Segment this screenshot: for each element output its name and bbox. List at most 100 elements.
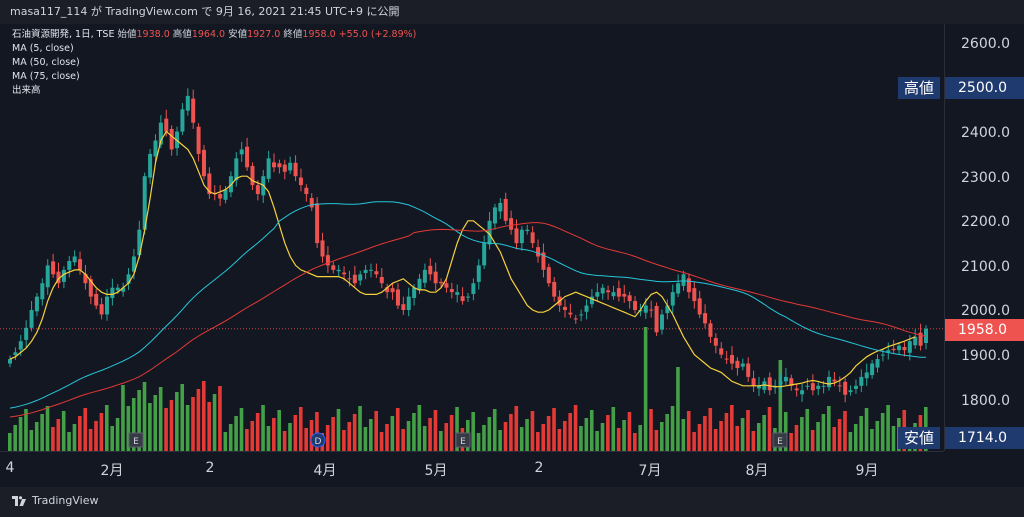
earnings-marker[interactable]: E	[128, 432, 144, 448]
candle-body	[611, 292, 616, 297]
low-label: 安値	[228, 29, 248, 40]
candle-body	[51, 261, 56, 275]
candle-body	[201, 149, 206, 177]
change-value: +55.0 (+2.89%)	[338, 29, 417, 40]
dividend-marker-label: D	[315, 437, 322, 447]
candle-body	[331, 265, 336, 270]
volume-bar	[730, 405, 734, 451]
volume-bar	[385, 424, 389, 451]
volume-bar	[433, 410, 438, 451]
candle-body	[595, 292, 600, 297]
ma75-line	[9, 222, 927, 418]
volume-bar	[692, 432, 696, 451]
volume-bar	[212, 394, 217, 451]
volume-bar	[352, 414, 357, 451]
volume-bar	[519, 427, 524, 451]
volume-bar	[449, 415, 454, 451]
volume-bar	[541, 424, 546, 451]
volume-bar	[816, 422, 820, 451]
candle-body	[681, 274, 686, 286]
candle-body	[45, 265, 50, 288]
volume-bar	[751, 431, 756, 451]
volume-bar	[153, 395, 158, 451]
volume-bar	[444, 423, 449, 451]
time-axis[interactable]: 4 2月 2 4月 5月 2 7月 8月 9月	[0, 451, 944, 487]
legend-volume[interactable]: 出来高	[12, 84, 416, 98]
legend-ma75[interactable]: MA (75, close)	[12, 70, 416, 84]
volume-bar	[670, 406, 675, 451]
time-label: 2月	[100, 463, 124, 479]
candle-body	[530, 232, 535, 244]
candle-body	[180, 109, 185, 132]
candle-body	[616, 288, 621, 297]
candle-body	[412, 287, 417, 298]
volume-bar	[395, 408, 400, 451]
candle-body	[600, 287, 605, 294]
volume-bar	[417, 405, 422, 451]
volume-bar	[428, 418, 432, 451]
volume-bar	[843, 411, 847, 451]
candle-body	[439, 281, 444, 284]
volume-bar	[600, 423, 605, 451]
earnings-marker[interactable]: E	[455, 432, 471, 448]
candle-body	[498, 202, 503, 212]
volume-bar	[686, 411, 691, 451]
candle-body	[342, 272, 347, 275]
volume-bar	[864, 408, 869, 451]
volume-bar	[525, 419, 529, 451]
candle-body	[94, 293, 99, 306]
publish-header: masa117_114 が TradingView.com で 9月 16, 2…	[0, 0, 1024, 24]
candle-body	[843, 381, 848, 395]
candle-body	[853, 385, 858, 389]
high-price-tag: 2500.0	[945, 77, 1024, 99]
candle-body	[902, 347, 907, 351]
volume-bar	[503, 422, 508, 451]
volume-bar	[719, 421, 723, 451]
candle-body	[18, 341, 23, 350]
volume-bar	[99, 413, 104, 451]
candle-body	[153, 140, 158, 157]
volume-bar	[239, 408, 244, 451]
candle-body	[482, 243, 487, 266]
time-label: 8月	[745, 463, 769, 479]
earnings-marker-label: E	[777, 437, 783, 447]
candle-body	[395, 289, 400, 306]
volume-bar	[471, 412, 475, 451]
candle-body	[374, 271, 379, 275]
candle-body	[298, 177, 303, 186]
volume-bar	[390, 416, 395, 451]
volume-bar	[67, 432, 71, 451]
price-axis[interactable]: 2600.0 2400.0 2300.0 2200.0 2100.0 2000.…	[944, 24, 1024, 451]
tradingview-logo[interactable]: TradingView	[12, 494, 98, 507]
candle-body	[643, 305, 648, 313]
legend-ma5[interactable]: MA (5, close)	[12, 42, 416, 56]
volume-bar	[88, 429, 93, 451]
candle-body	[767, 377, 772, 391]
legend-ma50[interactable]: MA (50, close)	[12, 56, 416, 70]
price-tick: 2000.0	[961, 303, 1010, 319]
candle-body	[234, 158, 239, 181]
volume-bar	[724, 413, 729, 451]
volume-bar	[573, 405, 578, 451]
candle-body	[783, 376, 788, 382]
candle-body	[309, 198, 314, 208]
time-label: 2	[534, 460, 544, 476]
volume-bar	[832, 427, 836, 451]
candle-body	[104, 296, 109, 315]
volume-bar	[45, 406, 50, 451]
dividend-marker[interactable]: D	[310, 432, 326, 448]
earnings-marker[interactable]: E	[772, 432, 788, 448]
volume-bar	[24, 409, 28, 451]
volume-bar	[767, 407, 772, 451]
candle-body	[282, 164, 287, 172]
candle-body	[713, 338, 718, 346]
volume-bar	[412, 413, 416, 451]
volume-bar	[870, 429, 874, 451]
volume-bar	[509, 414, 513, 451]
brand-name: TradingView	[32, 494, 99, 507]
volume-bar	[369, 419, 373, 451]
candle-body	[417, 278, 422, 291]
symbol-name[interactable]: 石油資源開発, 1日, TSE	[12, 29, 114, 40]
ma50-line	[9, 201, 927, 409]
candle-body	[422, 269, 427, 283]
